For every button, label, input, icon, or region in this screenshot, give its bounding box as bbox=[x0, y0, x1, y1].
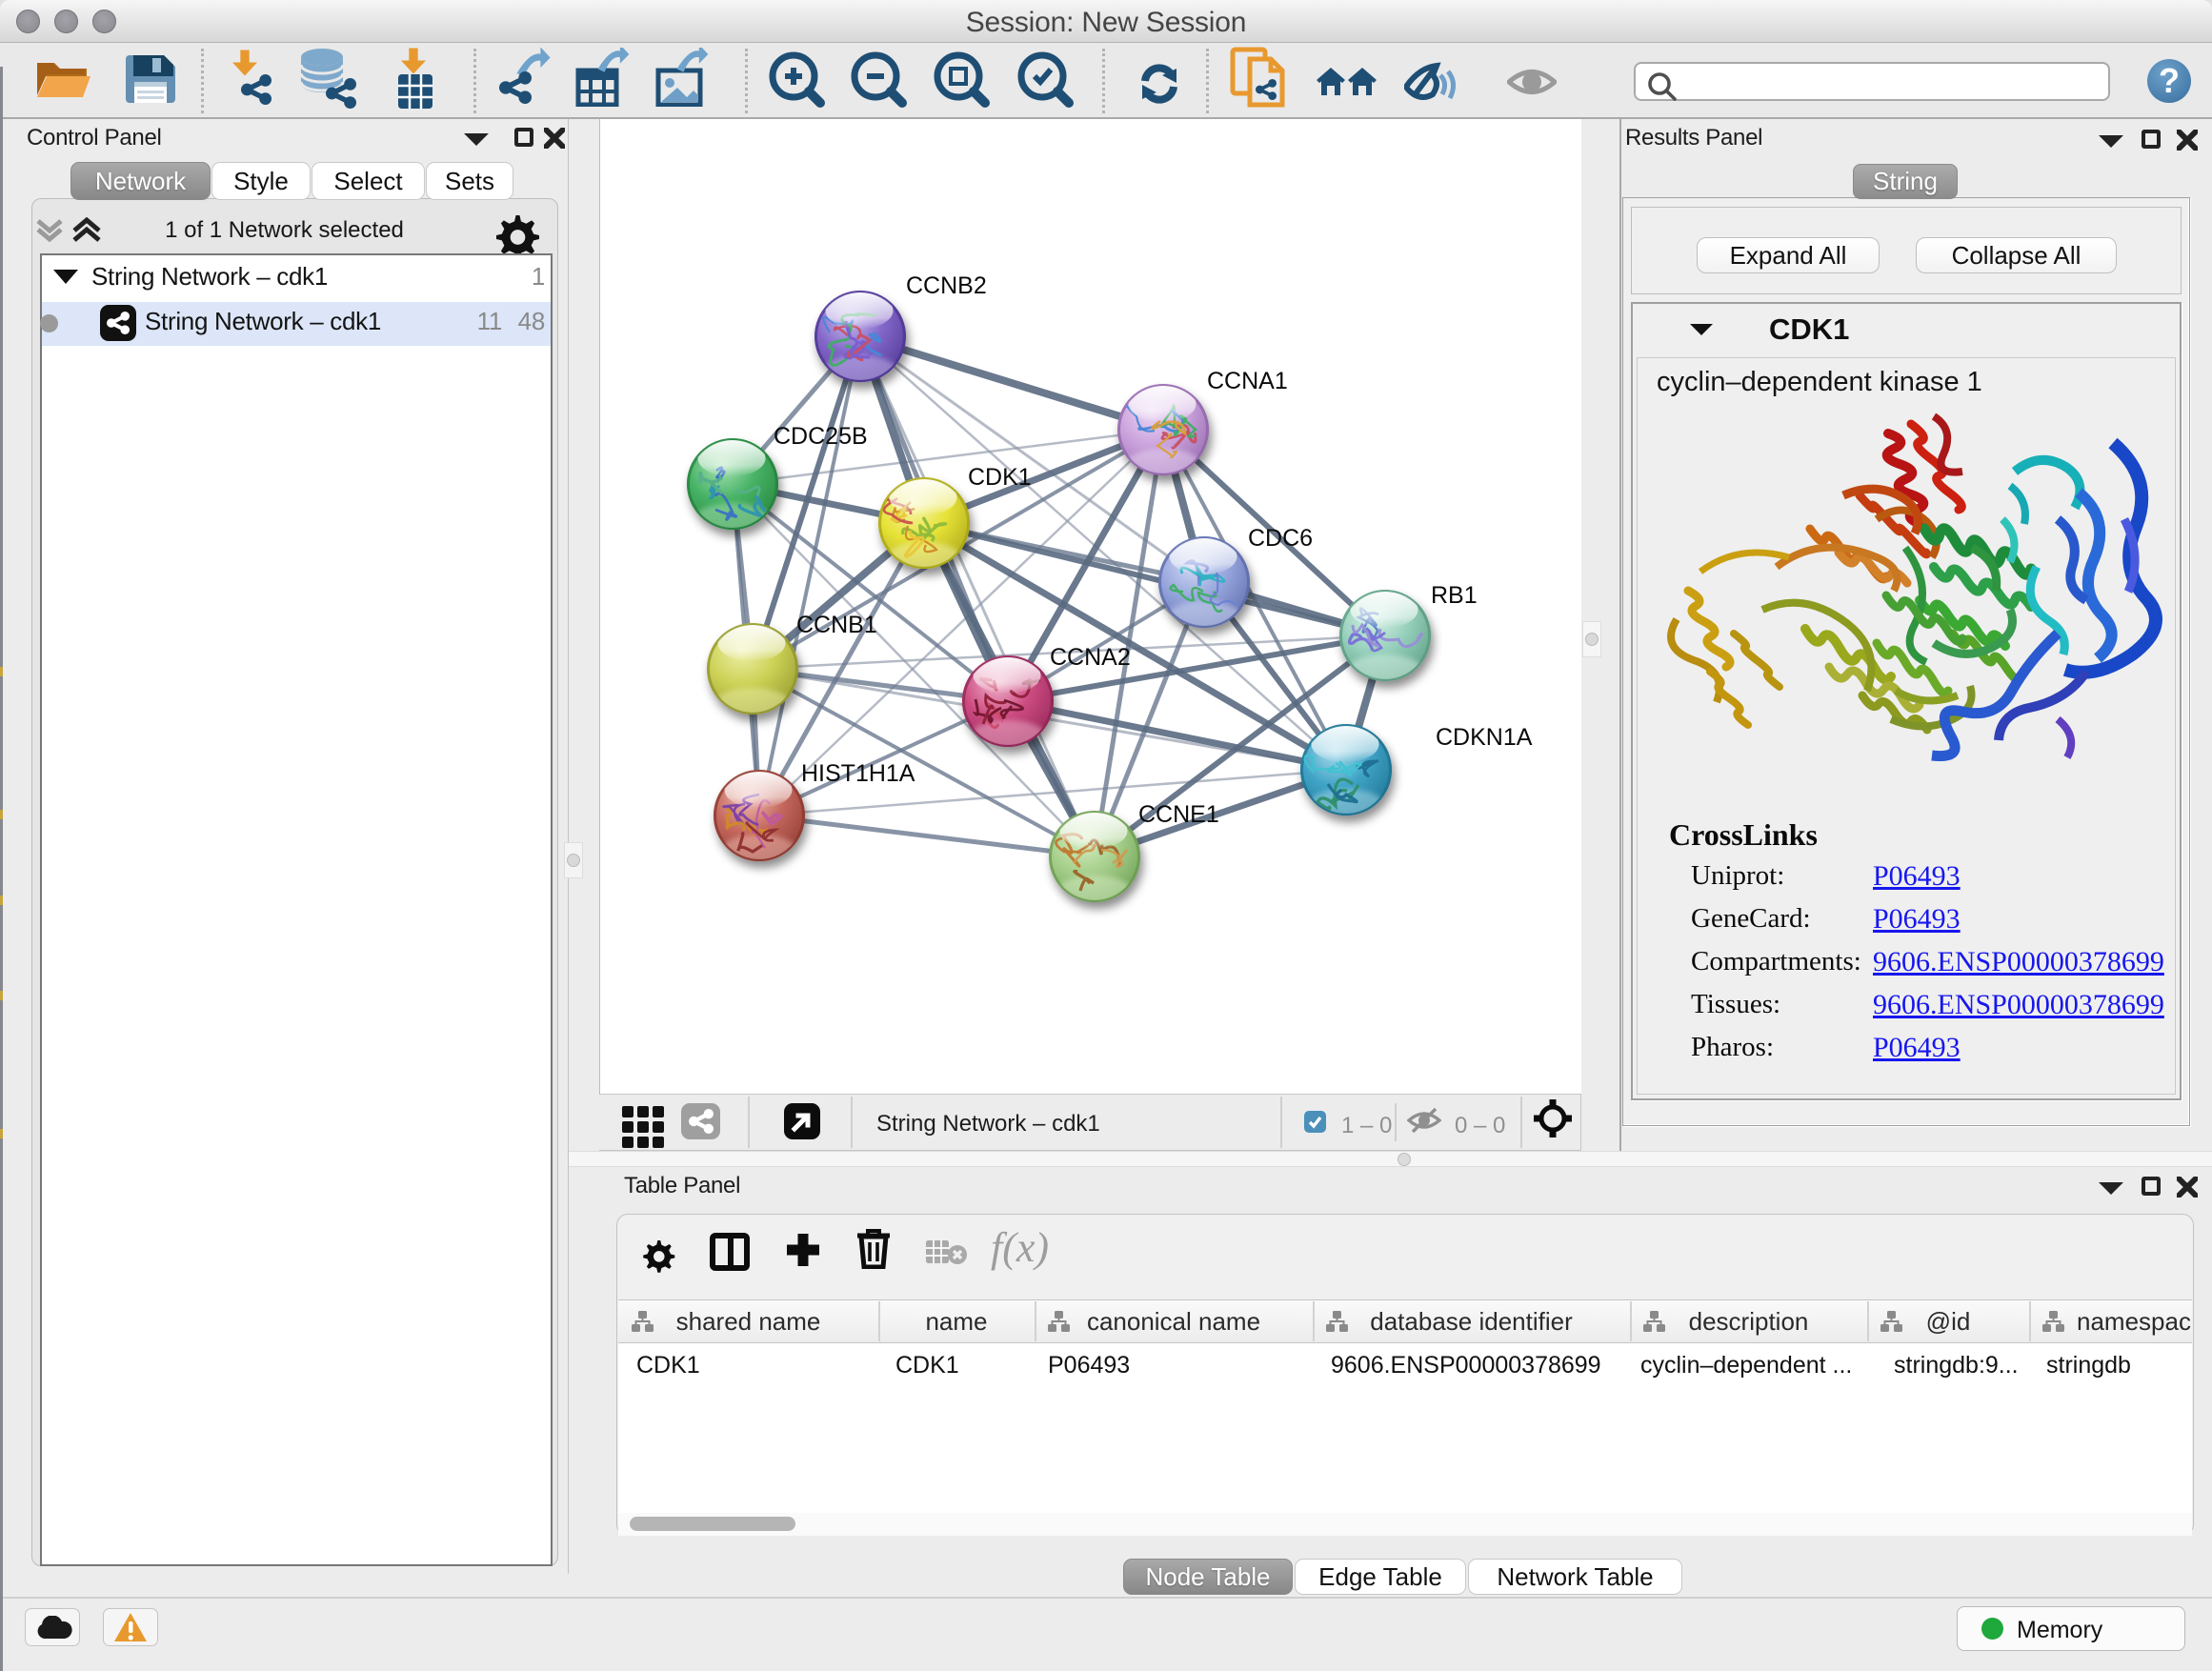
svg-text:CCNB2: CCNB2 bbox=[906, 272, 987, 299]
svg-text:CCNE1: CCNE1 bbox=[1138, 801, 1219, 828]
svg-text:CDKN1A: CDKN1A bbox=[1436, 724, 1533, 751]
svg-text:CDC25B: CDC25B bbox=[774, 423, 868, 450]
svg-text:CCNA1: CCNA1 bbox=[1207, 368, 1288, 394]
svg-text:CDK1: CDK1 bbox=[968, 464, 1032, 491]
svg-text:CDC6: CDC6 bbox=[1248, 525, 1313, 552]
svg-text:HIST1H1A: HIST1H1A bbox=[801, 760, 915, 787]
svg-text:RB1: RB1 bbox=[1431, 582, 1478, 609]
svg-text:CCNB1: CCNB1 bbox=[796, 612, 877, 638]
svg-text:CCNA2: CCNA2 bbox=[1050, 644, 1131, 671]
